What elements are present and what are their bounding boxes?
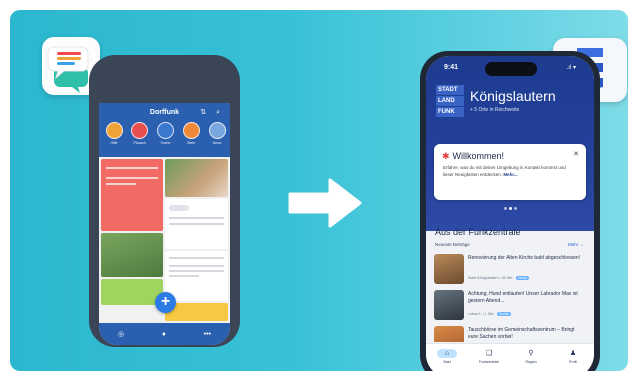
post-tile[interactable] (101, 159, 163, 231)
dorffunk-tabbar: ◎ ♦ ••• (99, 323, 230, 345)
map-pin-icon: ⚲ (528, 350, 534, 357)
section-more-link[interactable]: Mehr → (568, 242, 584, 247)
post-tile[interactable] (165, 251, 228, 301)
header-actions[interactable]: ⇅ ⌕ (200, 108, 224, 117)
news-thumbnail (434, 254, 464, 284)
category-biete[interactable]: Biete (182, 122, 200, 145)
tab-region[interactable]: ⚲ Region (516, 344, 546, 371)
news-thumbnail (434, 290, 464, 320)
tab-start[interactable]: ⌂ Start (432, 344, 462, 371)
category-hilfe[interactable]: Hilfe (105, 122, 123, 145)
dorffunk-screen: Dorffunk ⇅ ⌕ Hilfe Plausch Suche Biete N… (99, 103, 230, 345)
add-post-button[interactable]: + (155, 292, 176, 313)
tab-funkzentrale[interactable]: ❏ Funkzentrale (474, 344, 504, 371)
more-icon[interactable]: ••• (204, 331, 211, 338)
welcome-card: ✱ Willkommen! ✕ Erfahre, was du mit deine… (434, 144, 586, 200)
stadtland-tabbar: ⌂ Start ❏ Funkzentrale ⚲ Region ♟ Profil (426, 343, 594, 371)
dorffunk-header: Dorffunk ⇅ ⌕ Hilfe Plausch Suche Biete N… (99, 103, 230, 157)
category-row: Hilfe Plausch Suche Biete News (105, 122, 226, 145)
carousel-dots (504, 207, 517, 210)
section-subtitle: Neueste Beiträge (435, 242, 470, 247)
city-name[interactable]: Königslautern (470, 88, 556, 104)
section-title: Aus der Funkzentrale (435, 227, 521, 237)
welcome-icon: ✱ (442, 151, 450, 161)
dorffunk-phone: Dorffunk ⇅ ⌕ Hilfe Plausch Suche Biete N… (89, 55, 240, 347)
welcome-title: ✱ Willkommen! (442, 151, 505, 161)
user-icon: ♟ (569, 350, 577, 357)
status-signal: .ıl ▾ (566, 65, 576, 71)
pin-icon[interactable]: ♦ (162, 331, 166, 338)
news-thumbnail (434, 326, 464, 342)
stadtlandfunk-logo: STADT LAND FUNK (436, 85, 464, 117)
post-tile[interactable] (165, 199, 228, 249)
category-news[interactable]: News (208, 122, 226, 145)
stadtland-screen: 9:41 .ıl ▾ STADT LAND FUNK Königslautern… (426, 56, 594, 371)
welcome-text: Erfahre, was du mit deiner Umgebung in K… (443, 165, 566, 177)
city-subtitle: + 5 Orte in Reichweite (470, 107, 520, 113)
dynamic-island (485, 62, 537, 76)
post-tile[interactable] (165, 159, 228, 197)
chat-icon: ❏ (485, 350, 493, 357)
news-item[interactable]: Achtung, Hund entlaufen! Unser Labrador … (434, 290, 586, 320)
post-tile[interactable] (101, 233, 163, 277)
more-link[interactable]: Mehr... (503, 172, 517, 177)
arrow-right-icon (288, 178, 362, 228)
news-item[interactable]: Tauschbörse im Gemeinschaftszentrum – Br… (434, 326, 586, 342)
tab-profil[interactable]: ♟ Profil (558, 344, 588, 371)
home-icon: ⌂ (437, 349, 457, 358)
category-suche[interactable]: Suche (157, 122, 175, 145)
category-plausch[interactable]: Plausch (131, 122, 149, 145)
post-tile[interactable] (101, 279, 163, 305)
news-item[interactable]: Renovierung der Alten Kirche bald abgesc… (434, 254, 586, 284)
status-time: 9:41 (444, 64, 459, 71)
hero-banner: Dorffunk ⇅ ⌕ Hilfe Plausch Suche Biete N… (10, 10, 628, 371)
close-icon[interactable]: ✕ (573, 150, 579, 158)
stadtland-phone: 9:41 .ıl ▾ STADT LAND FUNK Königslautern… (420, 51, 600, 371)
compass-icon[interactable]: ◎ (118, 330, 124, 338)
